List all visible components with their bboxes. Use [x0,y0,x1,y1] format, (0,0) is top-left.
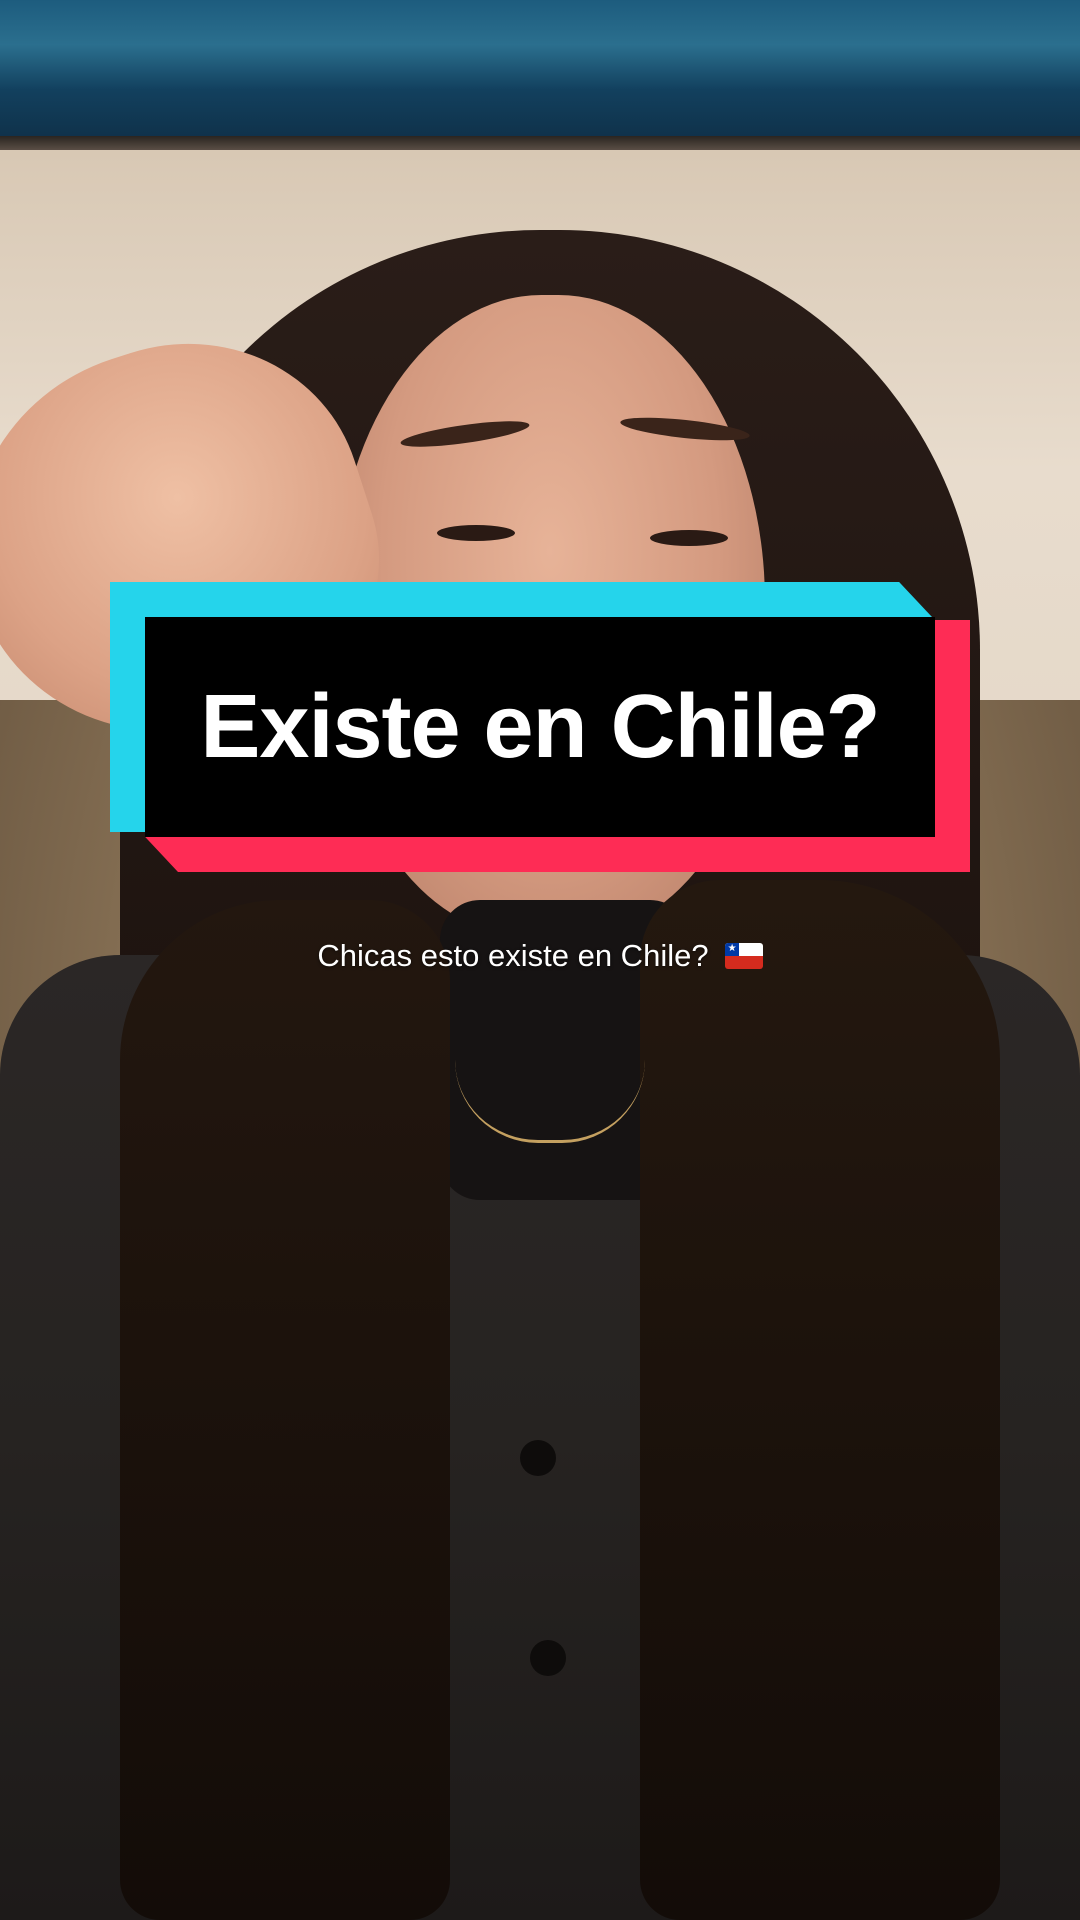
caption-text: Chicas esto existe en Chile? [317,938,709,973]
person-right-eye [650,530,728,546]
sweater-button [530,1640,566,1676]
video-caption: Chicas esto existe en Chile? ★ [0,938,1080,974]
person-hair-front-right [640,880,1000,1920]
background-painting [0,0,1080,150]
chile-flag-icon: ★ [724,943,763,969]
person-left-eye [437,525,515,541]
sweater-button [520,1440,556,1476]
person-hair-front-left [120,900,450,1920]
video-frame[interactable]: Existe en Chile? Chicas esto existe en C… [0,0,1080,1920]
title-sticker: Existe en Chile? [110,582,970,872]
sticker-title-text: Existe en Chile? [200,676,880,777]
